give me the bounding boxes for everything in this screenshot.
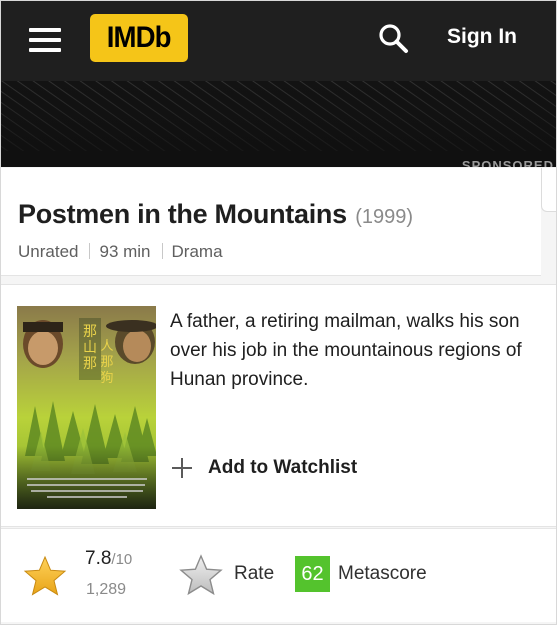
svg-text:那: 那 (83, 356, 97, 372)
svg-text:人: 人 (100, 339, 113, 354)
genre-link[interactable]: Drama (172, 242, 223, 261)
plus-icon (170, 456, 194, 480)
release-year[interactable]: (1999) (355, 206, 413, 228)
svg-text:狗: 狗 (100, 371, 113, 386)
svg-text:那: 那 (100, 355, 113, 370)
imdb-logo[interactable]: IMDb (90, 14, 188, 62)
add-to-watchlist-button[interactable]: Add to Watchlist (170, 454, 357, 482)
ad-banner-graphic (1, 81, 556, 167)
logo-text: IMDb (107, 21, 172, 54)
runtime: 93 min (99, 242, 151, 261)
ratings-bar: 7.8/10 1,289 Rate 62 Metascore (1, 528, 556, 622)
rate-button[interactable]: Rate (234, 563, 274, 585)
rating-scale: /10 (111, 551, 133, 568)
title-meta: Unrated 93 min Drama (18, 242, 223, 262)
meta-divider (161, 243, 163, 259)
title-card: Postmen in the Mountains (1999) Unrated 9… (1, 168, 541, 276)
rating-value: 7.8 (85, 548, 112, 569)
svg-text:那: 那 (83, 324, 97, 340)
metascore-label[interactable]: Metascore (338, 563, 427, 585)
search-icon[interactable] (376, 21, 412, 57)
sign-in-button[interactable]: Sign In (447, 23, 517, 51)
certificate: Unrated (18, 242, 79, 261)
watchlist-label: Add to Watchlist (208, 457, 358, 478)
movie-title: Postmen in the Mountains (18, 199, 347, 229)
meta-divider (89, 243, 91, 259)
overview-panel: 那 山 那 人 那 狗 A father, a retiring mailman… (1, 284, 556, 527)
star-outline-icon[interactable] (179, 554, 223, 596)
svg-text:山: 山 (83, 340, 97, 356)
title-heading: Postmen in the Mountains (1999) (18, 199, 413, 230)
vote-count: 1,289 (86, 581, 127, 598)
movie-poster-image[interactable]: 那 山 那 人 那 狗 (17, 306, 156, 509)
star-icon (23, 555, 67, 597)
top-nav-bar: IMDb Sign In (1, 1, 556, 81)
sponsored-label: SPONSORED (461, 158, 554, 167)
hamburger-menu-icon[interactable] (29, 25, 63, 55)
ad-banner[interactable]: SPONSORED (1, 81, 556, 167)
side-card-edge (541, 168, 556, 212)
plot-summary: A father, a retiring mailman, walks his … (170, 311, 522, 390)
metascore-badge[interactable]: 62 (295, 556, 330, 592)
imdb-rating: 7.8/10 (85, 548, 132, 570)
